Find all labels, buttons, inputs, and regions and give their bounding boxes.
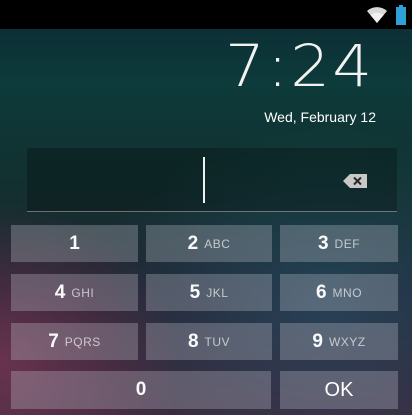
key-digit: 6: [315, 281, 327, 303]
key-2[interactable]: 2 ABC: [146, 225, 272, 262]
key-letters: DEF: [334, 236, 361, 251]
ok-label: OK: [324, 378, 354, 401]
battery-icon: [396, 5, 406, 25]
key-digit: 5: [189, 281, 201, 303]
ok-button[interactable]: OK: [280, 371, 398, 409]
wifi-icon: [367, 7, 387, 23]
key-letters: PQRS: [64, 334, 101, 349]
key-letters: WXYZ: [328, 334, 366, 349]
key-4[interactable]: 4 GHI: [11, 274, 138, 311]
backspace-icon[interactable]: [343, 174, 367, 188]
key-digit: 2: [187, 232, 199, 254]
key-digit: 8: [187, 330, 199, 352]
key-1[interactable]: 1: [11, 225, 138, 262]
key-digit: 7: [48, 330, 59, 352]
key-digit: 0: [135, 379, 147, 400]
key-5[interactable]: 5 JKL: [146, 274, 272, 311]
key-digit: 1: [69, 232, 80, 254]
key-letters: TUV: [204, 334, 231, 349]
key-letters: GHI: [71, 285, 95, 300]
key-digit: 9: [312, 330, 323, 352]
key-7[interactable]: 7 PQRS: [11, 323, 138, 360]
pin-input[interactable]: [27, 148, 397, 212]
clock-time: 7:24: [224, 32, 374, 100]
key-digit: 4: [54, 281, 66, 303]
key-8[interactable]: 8 TUV: [146, 323, 272, 360]
key-9[interactable]: 9 WXYZ: [280, 323, 398, 360]
key-letters: ABC: [204, 236, 231, 251]
key-digit: 3: [317, 232, 329, 254]
status-bar: [0, 0, 412, 29]
key-3[interactable]: 3 DEF: [280, 225, 398, 262]
key-letters: JKL: [206, 285, 229, 300]
key-letters: MNO: [332, 285, 363, 300]
key-6[interactable]: 6 MNO: [280, 274, 398, 311]
text-cursor: [203, 157, 205, 203]
key-0[interactable]: 0: [11, 371, 271, 409]
clock-date: Wed, February 12: [264, 109, 376, 125]
lock-screen: 7:24 Wed, February 12 1 2 ABC 3 DEF 4 GH…: [0, 0, 412, 415]
